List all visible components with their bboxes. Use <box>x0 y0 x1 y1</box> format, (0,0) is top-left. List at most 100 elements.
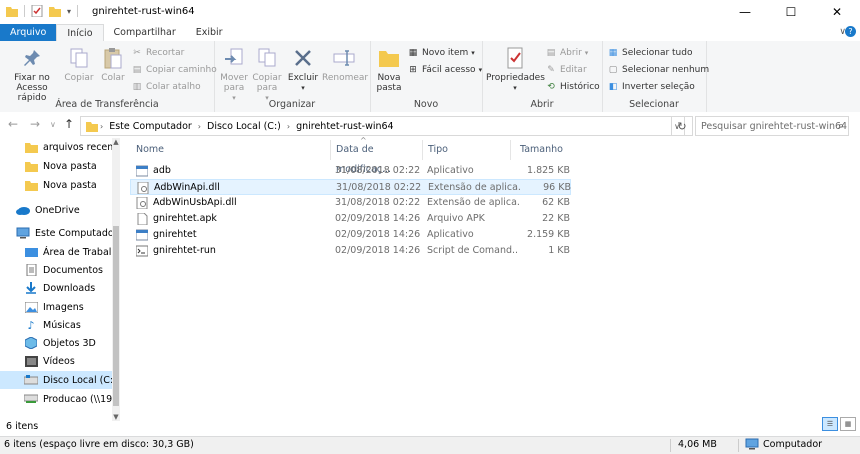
network-drive-icon <box>24 393 38 405</box>
divider <box>738 439 739 452</box>
table-row[interactable]: AdbWinUsbApi.dll 31/08/2018 02:22 Extens… <box>130 195 571 211</box>
nav-scrollbar[interactable]: ▲ ▼ <box>112 138 120 421</box>
edit-button[interactable]: ✎ Editar <box>545 63 586 77</box>
nav-item-arquivos-recente[interactable]: arquivos recente <box>0 138 120 156</box>
dll-file-icon <box>136 197 148 209</box>
nav-item-area-de-trabalho[interactable]: Área de Trabalho <box>0 243 120 261</box>
window-title: gnirehtet-rust-win64 <box>92 6 195 17</box>
table-row[interactable]: adb 31/08/2018 02:22 Aplicativo 1.825 KB <box>130 163 571 179</box>
chevron-right-icon[interactable]: › <box>285 122 292 131</box>
large-icons-view-icon[interactable]: ▦ <box>840 417 856 431</box>
scroll-up-icon[interactable]: ▲ <box>112 138 120 146</box>
search-icon: ⌕ <box>837 119 844 132</box>
copy-to-icon <box>258 48 276 67</box>
new-folder-icon[interactable] <box>49 6 61 17</box>
properties-dropdown-icon: ▾ <box>513 84 517 92</box>
rename-icon <box>333 50 355 66</box>
search-input[interactable]: Pesquisar gnirehtet-rust-win64 ⌕ <box>695 116 849 136</box>
properties-button[interactable]: Propriedades ▾ <box>486 45 545 93</box>
close-button[interactable]: ✕ <box>814 0 860 24</box>
nav-item-nova-pasta-2[interactable]: Nova pasta <box>0 176 120 194</box>
scroll-down-icon[interactable]: ▼ <box>112 413 120 421</box>
nav-item-nova-pasta[interactable]: Nova pasta <box>0 157 120 175</box>
column-header-size[interactable]: Tamanho <box>514 140 576 160</box>
new-folder-button[interactable]: Nova pasta <box>374 45 404 93</box>
minimize-button[interactable]: — <box>722 0 768 24</box>
chevron-right-icon[interactable]: › <box>98 122 105 131</box>
open-button[interactable]: ▤ Abrir ▾ <box>545 46 589 60</box>
nav-item-downloads[interactable]: Downloads <box>0 279 120 297</box>
disk-space-status: 6 itens (espaço livre em disco: 30,3 GB) <box>4 439 194 450</box>
forward-arrow-icon[interactable]: → <box>30 117 40 131</box>
select-all-button[interactable]: ▦ Selecionar tudo <box>607 46 693 60</box>
new-item-button[interactable]: ▦ Novo item ▾ <box>407 46 475 60</box>
table-row[interactable]: gnirehtet.apk 02/09/2018 14:26 Arquivo A… <box>130 211 571 227</box>
refresh-icon[interactable]: ↻ <box>671 116 693 136</box>
folder-icon <box>86 121 98 132</box>
nav-item-documentos[interactable]: Documentos <box>0 261 120 279</box>
nav-item-videos[interactable]: Vídeos <box>0 352 120 370</box>
nav-scroll-thumb[interactable] <box>113 226 119 406</box>
move-to-button[interactable]: Mover para ▾ <box>218 45 250 103</box>
pin-quick-access-button[interactable]: Fixar no Acesso rápido <box>4 45 60 103</box>
quick-access-dropdown-icon[interactable]: ▾ <box>67 7 71 16</box>
delete-button[interactable]: Excluir ▾ <box>286 45 320 93</box>
back-arrow-icon[interactable]: ← <box>8 117 18 131</box>
open-dropdown-icon: ▾ <box>584 49 589 57</box>
nav-item-producao[interactable]: Producao (\\192 <box>0 390 120 408</box>
application-icon <box>136 229 148 241</box>
nav-item-disco-local[interactable]: Disco Local (C:) <box>0 371 120 389</box>
paste-shortcut-button[interactable]: ▥ Colar atalho <box>131 80 201 94</box>
maximize-button[interactable]: ☐ <box>768 0 814 24</box>
folder-icon <box>24 160 38 172</box>
move-to-icon <box>225 48 243 65</box>
column-header-type[interactable]: Tipo <box>422 140 511 160</box>
drive-icon <box>24 374 38 386</box>
help-icon[interactable]: ? <box>845 26 856 37</box>
rename-button[interactable]: Renomear <box>322 45 368 83</box>
properties-icon[interactable] <box>31 5 43 17</box>
recent-locations-icon[interactable]: ∨ <box>50 120 56 129</box>
nav-item-imagens[interactable]: Imagens <box>0 298 120 316</box>
breadcrumb-este-computador[interactable]: Este Computador <box>105 121 196 132</box>
history-button[interactable]: ⟲ Histórico <box>545 80 599 94</box>
file-icon <box>137 213 148 225</box>
invert-selection-button[interactable]: ◧ Inverter seleção <box>607 80 695 94</box>
breadcrumb-current-folder[interactable]: gnirehtet-rust-win64 <box>292 121 398 132</box>
copy-button[interactable]: Copiar <box>62 45 96 83</box>
separator <box>24 5 25 17</box>
nav-item-onedrive[interactable]: OneDrive <box>0 201 120 219</box>
cut-button[interactable]: ✂ Recortar <box>131 46 184 60</box>
tab-arquivo[interactable]: Arquivo <box>0 24 57 41</box>
nav-item-este-computador[interactable]: Este Computador <box>0 224 120 242</box>
address-row: ← → ∨ ↑ › Este Computador › Disco Local … <box>0 112 860 138</box>
nav-item-musicas[interactable]: ♪ Músicas <box>0 316 120 334</box>
table-row[interactable]: AdbWinApi.dll 31/08/2018 02:22 Extensão … <box>130 179 571 195</box>
dll-file-icon <box>137 182 149 194</box>
tab-compartilhar[interactable]: Compartilhar <box>104 24 186 41</box>
tab-exibir[interactable]: Exibir <box>186 24 233 41</box>
new-group-label: Novo <box>413 99 439 110</box>
column-header-name[interactable]: Nome <box>130 140 331 160</box>
edit-icon: ✎ <box>547 65 555 75</box>
table-row[interactable]: gnirehtet 02/09/2018 14:26 Aplicativo 2.… <box>130 227 571 243</box>
easy-access-button[interactable]: ⊞ Fácil acesso ▾ <box>407 63 482 77</box>
up-arrow-icon[interactable]: ↑ <box>64 117 74 131</box>
breadcrumb-disco-local[interactable]: Disco Local (C:) <box>203 121 285 132</box>
copy-path-button[interactable]: ▤ Copiar caminho <box>131 63 217 77</box>
delete-x-icon <box>295 50 311 66</box>
column-header-date[interactable]: Data de modificaç... <box>330 140 423 175</box>
clipboard-group: Fixar no Acesso rápido Copiar Colar ✂ Rec… <box>0 41 217 112</box>
table-row[interactable]: gnirehtet-run 02/09/2018 14:26 Script de… <box>130 243 571 259</box>
details-view-icon[interactable]: ☰ <box>822 417 838 431</box>
address-bar[interactable]: › Este Computador › Disco Local (C:) › g… <box>80 116 685 136</box>
open-group: Propriedades ▾ ▤ Abrir ▾ ✎ Editar ⟲ Históric… <box>482 41 603 112</box>
nav-item-objetos-3d[interactable]: Objetos 3D <box>0 334 120 352</box>
file-list: ^ Nome Data de modificaç... Tipo Tamanho… <box>130 136 860 421</box>
paste-button[interactable]: Colar <box>97 45 129 83</box>
select-none-button[interactable]: ▢ Selecionar nenhum <box>607 63 709 77</box>
copy-to-button[interactable]: Copiar para ▾ <box>251 45 283 103</box>
application-icon <box>136 165 148 177</box>
folder-icon <box>24 179 38 191</box>
chevron-right-icon[interactable]: › <box>196 122 203 131</box>
